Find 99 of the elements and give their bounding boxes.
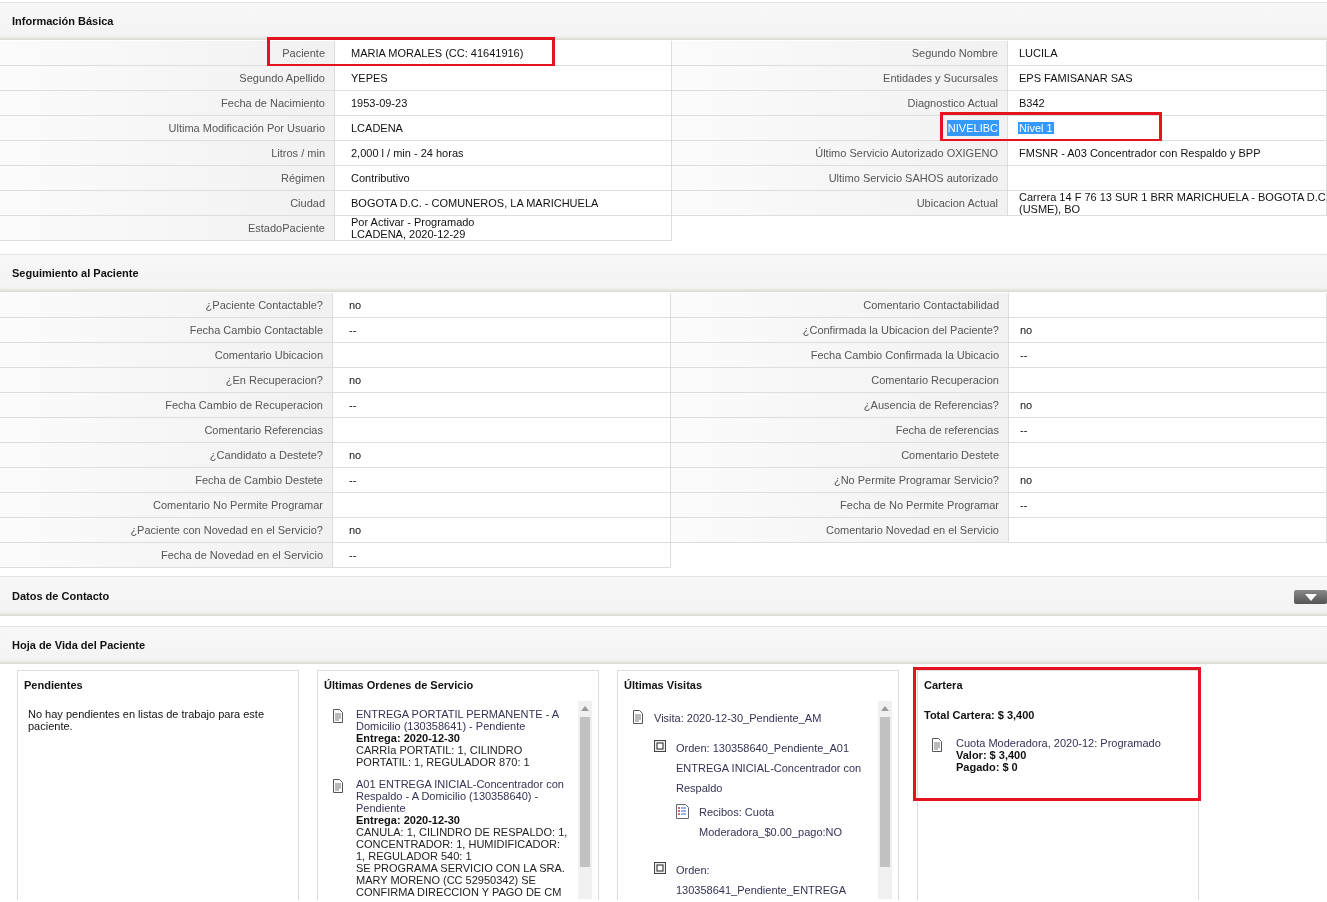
charge-paid: Pagado: $ 0 bbox=[956, 761, 1019, 773]
field-label: Fecha de referencias bbox=[894, 422, 1000, 438]
panel-title: Últimas Visitas bbox=[624, 678, 704, 693]
field-value: 1953-09-23 bbox=[350, 97, 409, 109]
order-details: CARRIa PORTATIL: 1, CILINDRO PORTATIL: 1, REGULADOR 870: 1 bbox=[356, 743, 531, 768]
field-label: ¿En Recuperacion? bbox=[224, 372, 324, 388]
document-icon bbox=[332, 778, 344, 793]
field-label: ¿Paciente con Novedad en el Servicio? bbox=[129, 522, 324, 538]
field-label: Entidades y Sucursales bbox=[882, 70, 999, 86]
field-label: NIVELIBC bbox=[946, 119, 999, 137]
field-label: Comentario Recuperacion bbox=[870, 372, 1000, 388]
field-value: Por Activar - Programado LCADENA, 2020-12-29 bbox=[350, 216, 476, 240]
field-value: no bbox=[1019, 399, 1034, 411]
field-label: Litros / min bbox=[270, 145, 326, 161]
scroll-up-icon[interactable] bbox=[581, 706, 589, 711]
field-label: Comentario Ubicacion bbox=[213, 347, 324, 363]
order-link[interactable]: ENTREGA PORTATIL PERMANENTE - A Domicilio (130358641) - Pendiente bbox=[356, 707, 568, 732]
field-label: Paciente bbox=[281, 45, 326, 61]
empty-message: No hay pendientes en listas de trabajo para este paciente. bbox=[27, 707, 266, 732]
field-value: B342 bbox=[1018, 97, 1046, 109]
portfolio-total: Total Cartera: $ 3,400 bbox=[924, 707, 1036, 723]
tree-link[interactable]: Orden: 130358641_Pendiente_ENTREGA bbox=[676, 859, 868, 900]
field-value: no bbox=[1019, 474, 1034, 486]
field-label: Comentario Referencias bbox=[203, 422, 324, 438]
field-value: Carrera 14 F 76 13 SUR 1 BRR MARICHUELA - BOGOTA D.C. (USME), BO bbox=[1018, 191, 1327, 215]
tree-link[interactable]: Orden: 130358640_Pendiente_A01 ENTREGA INICIAL-Concentrador con Respaldo bbox=[676, 737, 868, 798]
field-value: -- bbox=[1019, 424, 1029, 436]
square-icon bbox=[654, 861, 666, 874]
delivery-date: Entrega: 2020-12-30 bbox=[356, 731, 460, 744]
expand-icon bbox=[1304, 593, 1317, 601]
field-label: Fecha de Cambio Destete bbox=[194, 472, 324, 488]
field-label: Ultimo Servicio SAHOS autorizado bbox=[827, 170, 999, 186]
panel-title: Pendientes bbox=[24, 678, 84, 693]
charge-value: Valor: $ 3,400 bbox=[956, 749, 1028, 761]
field-value: MARIA MORALES (CC: 41641916) bbox=[350, 47, 525, 59]
field-value: -- bbox=[1019, 499, 1029, 511]
field-label: Fecha Cambio de Recuperacion bbox=[164, 397, 324, 413]
section-title: Información Básica bbox=[12, 14, 114, 30]
document-icon bbox=[332, 708, 344, 723]
field-value: FMSNR - A03 Concentrador con Respaldo y BPP bbox=[1018, 147, 1262, 159]
field-value: -- bbox=[348, 474, 358, 486]
field-label: ¿No Permite Programar Servicio? bbox=[832, 472, 1000, 488]
field-value: -- bbox=[1019, 349, 1029, 361]
field-label: Fecha de No Permite Programar bbox=[839, 497, 1000, 513]
field-label: ¿Confirmada la Ubicacion del Paciente? bbox=[801, 322, 1000, 338]
field-label: Segundo Apellido bbox=[238, 70, 326, 86]
field-label: Ultima Modificación Por Usuario bbox=[167, 120, 326, 136]
field-value: YEPES bbox=[350, 72, 389, 84]
field-label: ¿Ausencia de Referencias? bbox=[862, 397, 1000, 413]
field-label: Fecha de Novedad en el Servicio bbox=[159, 547, 324, 563]
order-link[interactable]: A01 ENTREGA INICIAL-Concentrador con Respaldo - A Domicilio (130358640) - Pendiente bbox=[356, 777, 568, 814]
square-icon bbox=[654, 739, 666, 752]
field-value: no bbox=[348, 449, 363, 461]
field-value: BOGOTA D.C. - COMUNEROS, LA MARICHUELA bbox=[350, 197, 600, 209]
receipt-icon bbox=[676, 803, 689, 819]
delivery-date: Entrega: 2020-12-30 bbox=[356, 813, 461, 826]
field-label: Comentario Destete bbox=[900, 447, 1000, 463]
order-details: CANULA: 1, CILINDRO DE RESPALDO: 1, CONCENTRADOR: 1, HUMIDIFICADOR: 1, REGULADOR 540: 1 SE PROGRAMA SERVICIO CON LA SRA. MARY MORENO (CC 52950342) SE CONFIRMA DIRECCION Y PAGO DE CM bbox=[356, 825, 568, 898]
section-title: Seguimiento al Paciente bbox=[12, 266, 139, 282]
section-title: Hoja de Vida del Paciente bbox=[12, 638, 146, 654]
scrollbar[interactable] bbox=[878, 701, 892, 899]
field-value: no bbox=[348, 374, 363, 386]
panel-title: Cartera bbox=[924, 678, 964, 693]
field-value: LCADENA bbox=[350, 122, 404, 134]
panel-title: Últimas Ordenes de Servicio bbox=[324, 678, 475, 693]
field-label: Comentario No Permite Programar bbox=[152, 497, 324, 513]
field-value: -- bbox=[348, 549, 358, 561]
field-value: LUCILA bbox=[1018, 47, 1059, 59]
field-value: no bbox=[348, 524, 363, 536]
scrollbar[interactable] bbox=[578, 701, 592, 899]
field-label: Régimen bbox=[279, 170, 326, 186]
field-value: EPS FAMISANAR SAS bbox=[1018, 72, 1134, 84]
field-label: Segundo Nombre bbox=[910, 45, 999, 61]
field-label: Comentario Novedad en el Servicio bbox=[824, 522, 1000, 538]
field-label: ¿Paciente Contactable? bbox=[204, 297, 324, 313]
field-label: Fecha de Nacimiento bbox=[220, 95, 326, 111]
field-label: Fecha Cambio Contactable bbox=[188, 322, 324, 338]
field-value: -- bbox=[348, 399, 358, 411]
field-label: ¿Candidato a Destete? bbox=[208, 447, 324, 463]
tree-link[interactable]: Visita: 2020-12-30_Pendiente_AM bbox=[654, 707, 822, 728]
field-label: Comentario Contactabilidad bbox=[862, 297, 1000, 313]
charge-link[interactable]: Cuota Moderadora, 2020-12: Programado bbox=[956, 737, 1161, 749]
field-value: 2,000 l / min - 24 horas bbox=[350, 147, 465, 159]
field-label: Ciudad bbox=[289, 195, 326, 211]
expand-button[interactable] bbox=[1294, 590, 1327, 604]
field-value: -- bbox=[348, 324, 358, 336]
field-label: Fecha Cambio Confirmada la Ubicacio bbox=[809, 347, 1000, 363]
field-label: Diagnostico Actual bbox=[906, 95, 999, 111]
field-value: no bbox=[348, 299, 363, 311]
document-icon bbox=[632, 709, 644, 724]
field-label: Último Servicio Autorizado OXIGENO bbox=[814, 145, 999, 161]
field-value: no bbox=[1019, 324, 1034, 336]
document-icon bbox=[931, 738, 943, 752]
section-title: Datos de Contacto bbox=[12, 589, 110, 605]
field-label: EstadoPaciente bbox=[246, 220, 326, 236]
field-value: Contributivo bbox=[350, 172, 411, 184]
tree-link[interactable]: Recibos: Cuota Moderadora_$0.00_pago:NO bbox=[699, 801, 868, 842]
field-label: Ubicacion Actual bbox=[915, 195, 999, 211]
scroll-up-icon[interactable] bbox=[881, 706, 889, 711]
